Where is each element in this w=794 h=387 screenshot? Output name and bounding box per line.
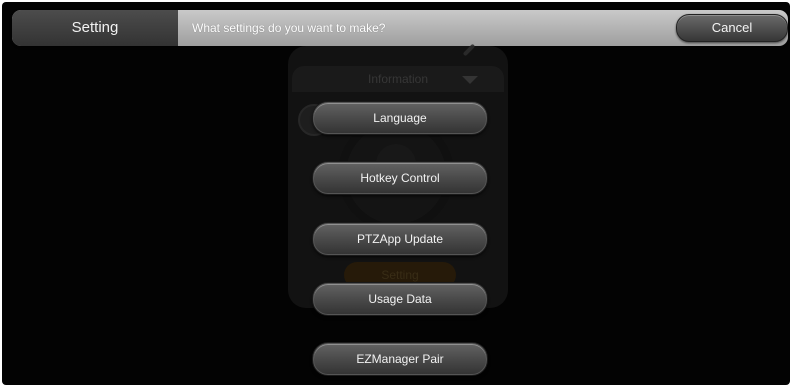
usage-data-button[interactable]: Usage Data <box>313 283 487 315</box>
settings-prompt: What settings do you want to make? <box>192 21 386 35</box>
hotkey-control-button[interactable]: Hotkey Control <box>313 162 487 194</box>
pencil-icon <box>462 43 476 57</box>
ezmanager-pair-button[interactable]: EZManager Pair <box>313 343 487 375</box>
cancel-button[interactable]: Cancel <box>676 14 788 42</box>
page-title: Setting <box>12 10 178 46</box>
ptzapp-update-button[interactable]: PTZApp Update <box>313 223 487 255</box>
header-bar: Setting What settings do you want to mak… <box>12 10 788 46</box>
chevron-down-icon <box>462 76 478 84</box>
language-button[interactable]: Language <box>313 102 487 134</box>
settings-screen: Setting What settings do you want to mak… <box>2 2 790 385</box>
background-info-header: Information <box>292 66 504 92</box>
